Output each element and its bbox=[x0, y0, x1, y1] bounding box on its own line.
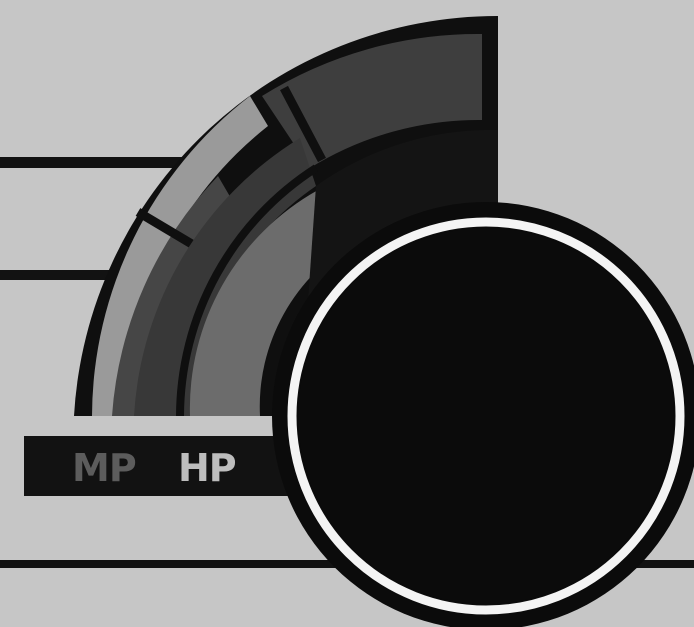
orb-fill bbox=[298, 228, 674, 604]
hp-label: HP bbox=[178, 446, 236, 490]
mp-label: MP bbox=[72, 446, 136, 490]
game-hud: MP HP bbox=[0, 0, 694, 627]
orb-icon[interactable] bbox=[272, 202, 694, 627]
